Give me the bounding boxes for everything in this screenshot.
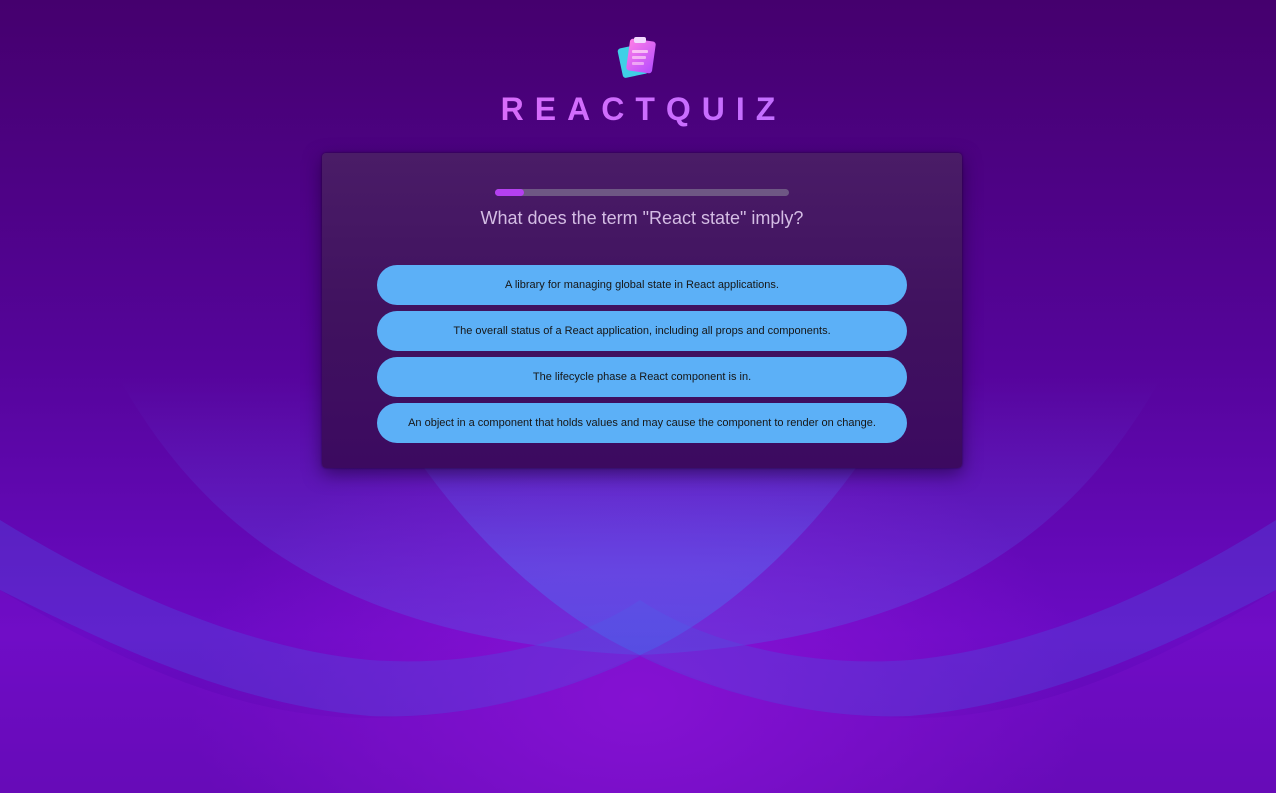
answer-option-3[interactable]: The lifecycle phase a React component is…	[377, 357, 907, 397]
progress-bar	[495, 189, 789, 196]
clipboard-quiz-icon	[616, 34, 660, 80]
progress-bar-fill	[495, 189, 525, 196]
answer-list: A library for managing global state in R…	[377, 265, 907, 449]
answer-option-4[interactable]: An object in a component that holds valu…	[377, 403, 907, 443]
answer-option-1[interactable]: A library for managing global state in R…	[377, 265, 907, 305]
question-text: What does the term "React state" imply?	[480, 208, 804, 228]
app-header: REACTQUIZ	[0, 34, 1276, 128]
answer-option-2[interactable]: The overall status of a React applicatio…	[377, 311, 907, 351]
quiz-card: What does the term "React state" imply? …	[322, 153, 962, 468]
app-title: REACTQUIZ	[0, 91, 1276, 128]
